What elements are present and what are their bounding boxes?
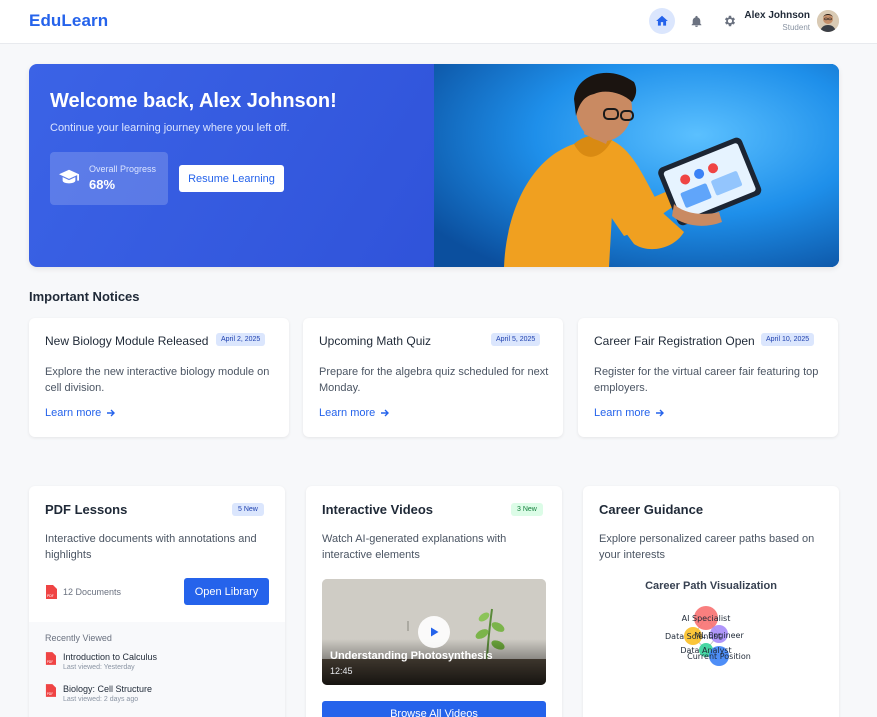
- career-viz-title: Career Path Visualization: [645, 580, 777, 592]
- interactive-videos-description: Watch AI-generated explanations with int…: [322, 533, 507, 561]
- open-library-button[interactable]: Open Library: [184, 578, 269, 605]
- pdf-file-icon: PDF: [45, 684, 56, 697]
- new-count-badge: 5 New: [232, 503, 264, 516]
- pdf-lessons-card: PDF Lessons 5 New Interactive documents …: [29, 486, 285, 717]
- notice-description: Explore the new interactive biology modu…: [45, 366, 270, 394]
- notice-card: Upcoming Math Quiz April 5, 2025 Prepare…: [303, 318, 563, 437]
- browse-all-videos-button[interactable]: Browse All Videos: [322, 701, 546, 717]
- svg-text:PDF: PDF: [47, 660, 53, 664]
- notice-card: Career Fair Registration Open April 10, …: [578, 318, 838, 437]
- career-guidance-card: Career Guidance Explore personalized car…: [583, 486, 839, 717]
- recent-document-time: Last viewed: Yesterday: [63, 664, 135, 671]
- new-count-badge: 3 New: [511, 503, 543, 516]
- graduation-cap-icon: [58, 167, 80, 192]
- recent-document-item[interactable]: PDF Introduction to Calculus Last viewed…: [45, 652, 157, 671]
- notice-card: New Biology Module Released April 2, 202…: [29, 318, 289, 437]
- notice-title: Upcoming Math Quiz: [319, 334, 432, 348]
- notice-title: Career Fair Registration Open: [594, 334, 755, 348]
- top-navbar: EduLearn Alex Johnson Student: [0, 0, 877, 44]
- learn-more-label: Learn more: [45, 407, 102, 419]
- arrow-right-icon: [381, 409, 390, 417]
- recent-document-time: Last viewed: 2 days ago: [63, 696, 139, 703]
- user-role: Student: [782, 23, 810, 32]
- welcome-banner: Welcome back, Alex Johnson! Continue you…: [29, 64, 839, 267]
- svg-text:PDF: PDF: [47, 594, 54, 598]
- career-guidance-title: Career Guidance: [599, 502, 704, 517]
- user-info[interactable]: Alex Johnson Student: [744, 10, 810, 32]
- progress-label: Overall Progress: [89, 164, 157, 174]
- recently-viewed-panel: Recently Viewed PDF Introduction to Calc…: [29, 622, 285, 717]
- recently-viewed-title: Recently Viewed: [45, 633, 112, 643]
- notifications-button[interactable]: [683, 8, 709, 34]
- student-tablet-image: [434, 64, 839, 267]
- learn-more-label: Learn more: [319, 407, 376, 419]
- career-node-label: ML Engineer: [694, 631, 744, 640]
- welcome-title: Welcome back, Alex Johnson!: [50, 90, 337, 112]
- document-count-label: 12 Documents: [63, 587, 122, 597]
- career-node-label: Current Position: [687, 652, 751, 661]
- play-button[interactable]: [418, 616, 450, 648]
- pdf-file-icon: PDF: [46, 585, 57, 599]
- document-count: PDF 12 Documents: [45, 585, 121, 599]
- career-node-label: AI Specialist: [682, 614, 731, 623]
- pdf-lessons-description: Interactive documents with annotations a…: [45, 533, 257, 561]
- user-name: Alex Johnson: [744, 10, 810, 21]
- resume-learning-button[interactable]: Resume Learning: [179, 165, 284, 192]
- notice-date-badge: April 2, 2025: [216, 333, 266, 346]
- notice-description: Prepare for the algebra quiz scheduled f…: [319, 366, 549, 394]
- recent-document-item[interactable]: PDF Biology: Cell Structure Last viewed:…: [45, 684, 152, 703]
- learn-more-link[interactable]: Learn more: [594, 407, 665, 419]
- settings-button[interactable]: [717, 8, 743, 34]
- gear-icon: [724, 15, 736, 27]
- recent-document-name: Introduction to Calculus: [63, 652, 158, 662]
- play-icon: [431, 627, 439, 637]
- avatar[interactable]: [817, 10, 839, 32]
- learn-more-label: Learn more: [594, 407, 651, 419]
- brand-logo[interactable]: EduLearn: [29, 11, 108, 31]
- arrow-right-icon: [656, 409, 665, 417]
- video-title: Understanding Photosynthesis: [330, 650, 493, 662]
- interactive-videos-title: Interactive Videos: [322, 502, 434, 517]
- pdf-file-icon: PDF: [45, 652, 56, 665]
- notice-date-badge: April 5, 2025: [491, 333, 541, 346]
- notice-description: Register for the virtual career fair fea…: [594, 366, 819, 394]
- learn-more-link[interactable]: Learn more: [319, 407, 390, 419]
- home-button[interactable]: [649, 8, 675, 34]
- video-duration: 12:45: [330, 666, 353, 676]
- notice-date-badge: April 10, 2025: [761, 333, 815, 346]
- career-guidance-description: Explore personalized career paths based …: [599, 533, 815, 561]
- bell-icon: [691, 15, 701, 27]
- welcome-subtitle: Continue your learning journey where you…: [50, 122, 290, 134]
- notices-section-title: Important Notices: [29, 289, 140, 304]
- pdf-lessons-title: PDF Lessons: [45, 502, 128, 517]
- home-icon: [656, 15, 668, 26]
- video-thumbnail[interactable]: Understanding Photosynthesis 12:45: [322, 579, 546, 685]
- learn-more-link[interactable]: Learn more: [45, 407, 116, 419]
- arrow-right-icon: [107, 409, 116, 417]
- career-path-visualization[interactable]: AI Specialist Data Scientist ML Engineer…: [583, 598, 839, 698]
- recent-document-name: Biology: Cell Structure: [63, 684, 153, 694]
- notice-title: New Biology Module Released: [45, 334, 209, 348]
- interactive-videos-card: Interactive Videos 3 New Watch AI-genera…: [306, 486, 562, 717]
- overall-progress-card: Overall Progress 68%: [50, 152, 168, 205]
- progress-value: 68%: [89, 177, 116, 192]
- svg-text:PDF: PDF: [47, 692, 53, 696]
